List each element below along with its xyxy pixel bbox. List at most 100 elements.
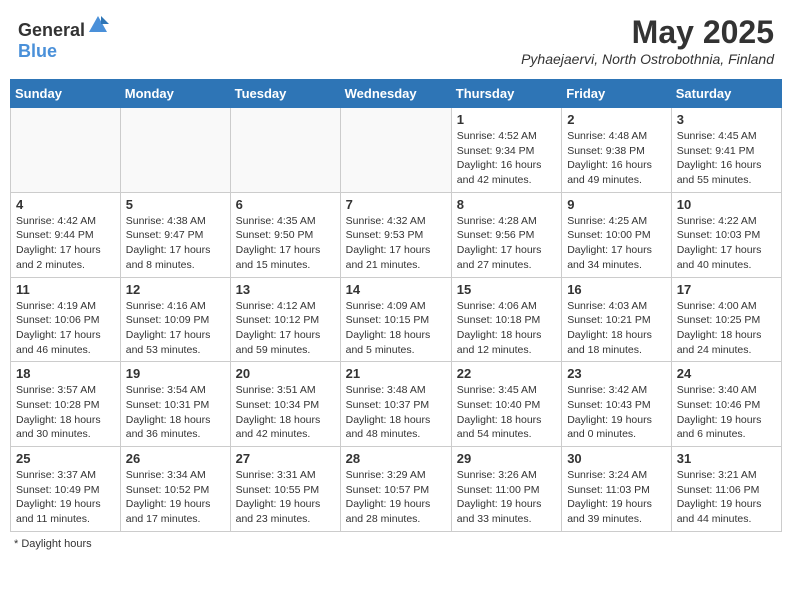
calendar-cell: 6Sunrise: 4:35 AM Sunset: 9:50 PM Daylig… xyxy=(230,192,340,277)
column-header-sunday: Sunday xyxy=(11,80,121,108)
day-number: 26 xyxy=(126,451,225,466)
calendar-cell: 3 Sunrise: 4:45 AM Sunset: 9:41 PM Daylig… xyxy=(671,108,781,193)
calendar-cell: 2 Sunrise: 4:48 AM Sunset: 9:38 PM Daylig… xyxy=(562,108,672,193)
calendar-cell: 11 Sunrise: 4:19 AM Sunset: 10:06 PM Dayl… xyxy=(11,277,121,362)
calendar-cell: 17 Sunrise: 4:00 AM Sunset: 10:25 PM Dayl… xyxy=(671,277,781,362)
day-info: Sunrise: 3:37 AM Sunset: 10:49 PM Daylig… xyxy=(16,468,115,527)
calendar-cell: 9Sunrise: 4:25 AM Sunset: 10:00 PM Dayli… xyxy=(562,192,672,277)
day-number: 7 xyxy=(346,197,446,212)
calendar: SundayMondayTuesdayWednesdayThursdayFrid… xyxy=(10,79,782,532)
column-header-monday: Monday xyxy=(120,80,230,108)
calendar-cell: 24Sunrise: 3:40 AM Sunset: 10:46 PM Dayl… xyxy=(671,362,781,447)
day-info: Sunrise: 3:31 AM Sunset: 10:55 PM Daylig… xyxy=(236,468,335,527)
logo-text-general: General xyxy=(18,20,85,40)
day-info: Sunrise: 4:19 AM Sunset: 10:06 PM Daylig… xyxy=(16,299,115,358)
day-number: 15 xyxy=(457,282,556,297)
column-header-tuesday: Tuesday xyxy=(230,80,340,108)
day-info: Sunrise: 3:40 AM Sunset: 10:46 PM Daylig… xyxy=(677,383,776,442)
day-info: Sunrise: 3:24 AM Sunset: 11:03 PM Daylig… xyxy=(567,468,666,527)
day-number: 27 xyxy=(236,451,335,466)
day-number: 12 xyxy=(126,282,225,297)
location-title: Pyhaejaervi, North Ostrobothnia, Finland xyxy=(521,51,774,67)
day-info: Sunrise: 4:48 AM Sunset: 9:38 PM Dayligh… xyxy=(567,129,666,188)
column-header-wednesday: Wednesday xyxy=(340,80,451,108)
day-info: Sunrise: 3:54 AM Sunset: 10:31 PM Daylig… xyxy=(126,383,225,442)
day-info: Sunrise: 4:22 AM Sunset: 10:03 PM Daylig… xyxy=(677,214,776,273)
calendar-cell: 8 Sunrise: 4:28 AM Sunset: 9:56 PM Daylig… xyxy=(451,192,561,277)
day-info: Sunrise: 3:26 AM Sunset: 11:00 PM Daylig… xyxy=(457,468,556,527)
column-header-saturday: Saturday xyxy=(671,80,781,108)
day-info: Sunrise: 3:21 AM Sunset: 11:06 PM Daylig… xyxy=(677,468,776,527)
day-number: 11 xyxy=(16,282,115,297)
logo: General Blue xyxy=(18,14,109,62)
logo-icon xyxy=(87,14,109,36)
day-number: 4 xyxy=(16,197,115,212)
column-header-thursday: Thursday xyxy=(451,80,561,108)
calendar-week-5: 25Sunrise: 3:37 AM Sunset: 10:49 PM Dayl… xyxy=(11,447,782,532)
day-info: Sunrise: 4:32 AM Sunset: 9:53 PM Dayligh… xyxy=(346,214,446,273)
day-info: Sunrise: 4:16 AM Sunset: 10:09 PM Daylig… xyxy=(126,299,225,358)
calendar-cell: 1 Sunrise: 4:52 AM Sunset: 9:34 PM Daylig… xyxy=(451,108,561,193)
day-info: Sunrise: 4:42 AM Sunset: 9:44 PM Dayligh… xyxy=(16,214,115,273)
calendar-cell: 15 Sunrise: 4:06 AM Sunset: 10:18 PM Dayl… xyxy=(451,277,561,362)
day-info: Sunrise: 4:45 AM Sunset: 9:41 PM Dayligh… xyxy=(677,129,776,188)
day-info: Sunrise: 4:35 AM Sunset: 9:50 PM Dayligh… xyxy=(236,214,335,273)
calendar-cell: 14 Sunrise: 4:09 AM Sunset: 10:15 PM Dayl… xyxy=(340,277,451,362)
day-number: 20 xyxy=(236,366,335,381)
calendar-cell: 18 Sunrise: 3:57 AM Sunset: 10:28 PM Dayl… xyxy=(11,362,121,447)
day-info: Sunrise: 3:57 AM Sunset: 10:28 PM Daylig… xyxy=(16,383,115,442)
day-info: Sunrise: 4:06 AM Sunset: 10:18 PM Daylig… xyxy=(457,299,556,358)
day-number: 8 xyxy=(457,197,556,212)
calendar-cell: 26 Sunrise: 3:34 AM Sunset: 10:52 PM Dayl… xyxy=(120,447,230,532)
calendar-week-2: 4 Sunrise: 4:42 AM Sunset: 9:44 PM Daylig… xyxy=(11,192,782,277)
column-header-friday: Friday xyxy=(562,80,672,108)
footer-note-text: Daylight hours xyxy=(21,538,91,550)
day-info: Sunrise: 3:34 AM Sunset: 10:52 PM Daylig… xyxy=(126,468,225,527)
day-number: 18 xyxy=(16,366,115,381)
day-number: 16 xyxy=(567,282,666,297)
calendar-cell xyxy=(340,108,451,193)
month-title: May 2025 xyxy=(521,14,774,51)
calendar-week-4: 18 Sunrise: 3:57 AM Sunset: 10:28 PM Dayl… xyxy=(11,362,782,447)
day-info: Sunrise: 3:45 AM Sunset: 10:40 PM Daylig… xyxy=(457,383,556,442)
day-number: 1 xyxy=(457,112,556,127)
day-number: 10 xyxy=(677,197,776,212)
calendar-cell: 4 Sunrise: 4:42 AM Sunset: 9:44 PM Daylig… xyxy=(11,192,121,277)
calendar-cell: 28 Sunrise: 3:29 AM Sunset: 10:57 PM Dayl… xyxy=(340,447,451,532)
day-number: 21 xyxy=(346,366,446,381)
calendar-cell: 22 Sunrise: 3:45 AM Sunset: 10:40 PM Dayl… xyxy=(451,362,561,447)
calendar-cell: 29Sunrise: 3:26 AM Sunset: 11:00 PM Dayl… xyxy=(451,447,561,532)
day-number: 17 xyxy=(677,282,776,297)
day-info: Sunrise: 4:09 AM Sunset: 10:15 PM Daylig… xyxy=(346,299,446,358)
day-info: Sunrise: 3:51 AM Sunset: 10:34 PM Daylig… xyxy=(236,383,335,442)
calendar-cell: 19 Sunrise: 3:54 AM Sunset: 10:31 PM Dayl… xyxy=(120,362,230,447)
header: General Blue May 2025 Pyhaejaervi, North… xyxy=(10,10,782,71)
day-number: 28 xyxy=(346,451,446,466)
day-number: 19 xyxy=(126,366,225,381)
calendar-cell: 31Sunrise: 3:21 AM Sunset: 11:06 PM Dayl… xyxy=(671,447,781,532)
day-info: Sunrise: 4:12 AM Sunset: 10:12 PM Daylig… xyxy=(236,299,335,358)
day-info: Sunrise: 3:29 AM Sunset: 10:57 PM Daylig… xyxy=(346,468,446,527)
day-info: Sunrise: 4:38 AM Sunset: 9:47 PM Dayligh… xyxy=(126,214,225,273)
day-number: 14 xyxy=(346,282,446,297)
calendar-cell: 10 Sunrise: 4:22 AM Sunset: 10:03 PM Dayl… xyxy=(671,192,781,277)
day-info: Sunrise: 3:48 AM Sunset: 10:37 PM Daylig… xyxy=(346,383,446,442)
calendar-cell: 27 Sunrise: 3:31 AM Sunset: 10:55 PM Dayl… xyxy=(230,447,340,532)
calendar-week-3: 11 Sunrise: 4:19 AM Sunset: 10:06 PM Dayl… xyxy=(11,277,782,362)
calendar-cell: 23Sunrise: 3:42 AM Sunset: 10:43 PM Dayl… xyxy=(562,362,672,447)
day-info: Sunrise: 4:28 AM Sunset: 9:56 PM Dayligh… xyxy=(457,214,556,273)
day-number: 13 xyxy=(236,282,335,297)
day-info: Sunrise: 4:52 AM Sunset: 9:34 PM Dayligh… xyxy=(457,129,556,188)
calendar-cell: 30 Sunrise: 3:24 AM Sunset: 11:03 PM Dayl… xyxy=(562,447,672,532)
day-info: Sunrise: 4:00 AM Sunset: 10:25 PM Daylig… xyxy=(677,299,776,358)
day-info: Sunrise: 4:03 AM Sunset: 10:21 PM Daylig… xyxy=(567,299,666,358)
day-number: 30 xyxy=(567,451,666,466)
footer-note: * Daylight hours xyxy=(10,538,782,550)
day-number: 2 xyxy=(567,112,666,127)
day-info: Sunrise: 4:25 AM Sunset: 10:00 PM Daylig… xyxy=(567,214,666,273)
day-number: 3 xyxy=(677,112,776,127)
day-number: 22 xyxy=(457,366,556,381)
calendar-cell: 20 Sunrise: 3:51 AM Sunset: 10:34 PM Dayl… xyxy=(230,362,340,447)
calendar-cell: 16 Sunrise: 4:03 AM Sunset: 10:21 PM Dayl… xyxy=(562,277,672,362)
calendar-cell xyxy=(11,108,121,193)
